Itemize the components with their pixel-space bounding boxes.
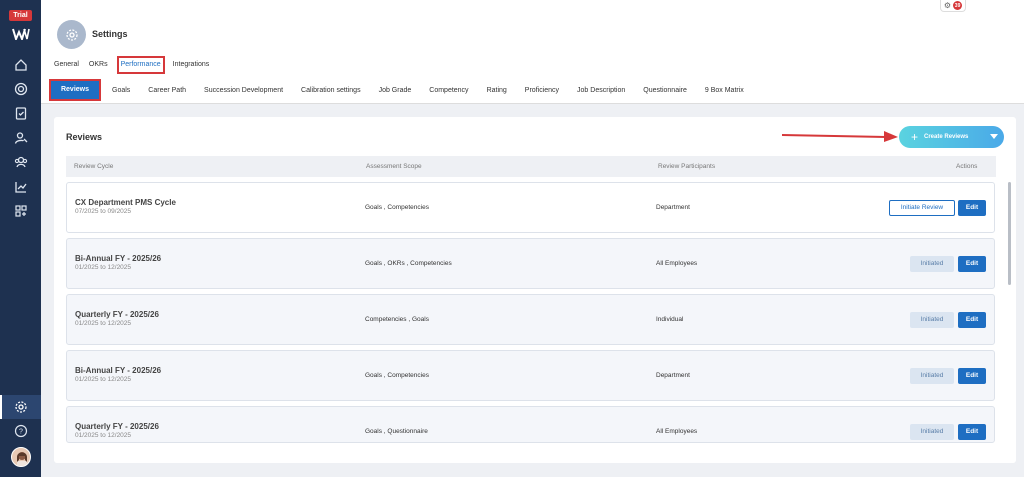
settings-icon[interactable]: [12, 398, 30, 416]
row-dates: 01/2025 to 12/2025: [75, 320, 132, 327]
row-participants: Department: [656, 372, 690, 379]
col-actions: Actions: [956, 163, 978, 170]
col-assessment-scope: Assessment Scope: [366, 163, 422, 170]
trend-chart-icon[interactable]: [12, 178, 30, 196]
table-header: Review Cycle Assessment Scope Review Par…: [66, 156, 996, 177]
settings-header-icon: [57, 20, 86, 49]
reviews-title: Reviews: [66, 132, 103, 142]
row-name: Quarterly FY - 2025/26: [75, 422, 159, 431]
subtab-proficiency[interactable]: Proficiency: [518, 87, 566, 94]
row-scope: Goals , Competencies: [365, 204, 429, 211]
plus-icon: +: [911, 130, 919, 144]
table-row: Quarterly FY - 2025/26 01/2025 to 12/202…: [66, 294, 995, 345]
row-name: Bi-Annual FY - 2025/26: [75, 254, 162, 263]
apps-add-icon[interactable]: [12, 202, 30, 220]
initiated-status: Initiated: [910, 312, 954, 328]
chevron-down-icon[interactable]: [990, 134, 998, 139]
performance-subtabs: Reviews Goals Career Path Succession Dev…: [41, 77, 1024, 104]
table-row: Quarterly FY - 2025/26 01/2025 to 12/202…: [66, 406, 995, 443]
subtab-questionnaire[interactable]: Questionnaire: [636, 87, 694, 94]
edit-button[interactable]: Edit: [958, 200, 986, 216]
tab-integrations[interactable]: Integrations: [172, 60, 211, 70]
notifications[interactable]: ⚙ 39: [940, 0, 966, 12]
subtab-rating[interactable]: Rating: [480, 87, 514, 94]
row-participants: All Employees: [656, 428, 698, 435]
edit-button[interactable]: Edit: [958, 312, 986, 328]
trial-badge: Trial: [9, 10, 32, 21]
row-scope: Competencies , Goals: [365, 316, 429, 323]
table-scrollbar[interactable]: [1008, 182, 1011, 285]
subtab-job-grade[interactable]: Job Grade: [372, 87, 419, 94]
row-participants: Department: [656, 204, 690, 211]
col-review-participants: Review Participants: [658, 163, 716, 170]
red-arrow-annotation: [782, 131, 898, 142]
tab-performance[interactable]: Performance: [116, 56, 165, 74]
subtab-succession-development[interactable]: Succession Development: [197, 87, 290, 94]
row-name: CX Department PMS Cycle: [75, 198, 176, 207]
main-area: ⚙ 39 Settings General OKRs Performance I…: [41, 0, 1024, 477]
user-edit-icon[interactable]: [12, 129, 30, 147]
user-avatar[interactable]: [11, 447, 31, 467]
row-name: Quarterly FY - 2025/26: [75, 310, 159, 319]
gear-icon: ⚙: [943, 1, 952, 10]
tab-general[interactable]: General: [53, 60, 80, 70]
table-row: CX Department PMS Cycle 07/2025 to 09/20…: [66, 182, 995, 233]
edit-button[interactable]: Edit: [958, 368, 986, 384]
content-area: Reviews Goals Career Path Succession Dev…: [41, 77, 1024, 477]
app-logo[interactable]: [12, 28, 30, 43]
settings-tabs: General OKRs Performance Integrations: [53, 56, 218, 74]
help-icon[interactable]: ?: [12, 422, 30, 440]
row-participants: Individual: [656, 316, 684, 323]
subtab-job-description[interactable]: Job Description: [570, 87, 632, 94]
edit-button[interactable]: Edit: [958, 424, 986, 440]
subtab-competency[interactable]: Competency: [422, 87, 475, 94]
initiated-status: Initiated: [910, 256, 954, 272]
create-reviews-label: Create Reviews: [924, 134, 969, 140]
svg-text:?: ?: [19, 429, 23, 436]
row-scope: Goals , Questionnaire: [365, 428, 428, 435]
reviews-card: Reviews + Create Reviews Review Cycle As…: [54, 117, 1016, 463]
edit-button[interactable]: Edit: [958, 256, 986, 272]
row-dates: 01/2025 to 12/2025: [75, 376, 132, 383]
target-icon[interactable]: [12, 80, 30, 98]
subtab-9-box-matrix[interactable]: 9 Box Matrix: [698, 87, 751, 94]
subtab-goals[interactable]: Goals: [105, 87, 137, 94]
notification-count: 39: [953, 1, 963, 10]
row-participants: All Employees: [656, 260, 698, 267]
subtab-reviews[interactable]: Reviews: [49, 79, 101, 101]
row-name: Bi-Annual FY - 2025/26: [75, 366, 162, 375]
initiate-review-button[interactable]: Initiate Review: [889, 200, 955, 216]
initiated-status: Initiated: [910, 424, 954, 440]
table-row: Bi-Annual FY - 2025/26 01/2025 to 12/202…: [66, 350, 995, 401]
row-dates: 07/2025 to 09/2025: [75, 208, 132, 215]
initiated-status: Initiated: [910, 368, 954, 384]
row-scope: Goals , OKRs , Competencies: [365, 260, 452, 267]
home-icon[interactable]: [12, 56, 30, 74]
row-dates: 01/2025 to 12/2025: [75, 264, 132, 271]
page-title: Settings: [92, 29, 128, 39]
col-review-cycle: Review Cycle: [74, 163, 114, 170]
row-dates: 01/2025 to 12/2025: [75, 432, 132, 439]
team-icon[interactable]: [12, 153, 30, 171]
clipboard-check-icon[interactable]: [12, 104, 30, 122]
table-row: Bi-Annual FY - 2025/26 01/2025 to 12/202…: [66, 238, 995, 289]
subtab-calibration-settings[interactable]: Calibration settings: [294, 87, 368, 94]
row-scope: Goals , Competencies: [365, 372, 429, 379]
subtab-career-path[interactable]: Career Path: [141, 87, 193, 94]
tab-okrs[interactable]: OKRs: [88, 60, 109, 70]
create-reviews-button[interactable]: + Create Reviews: [899, 126, 1004, 148]
sidebar: Trial ?: [0, 0, 41, 477]
